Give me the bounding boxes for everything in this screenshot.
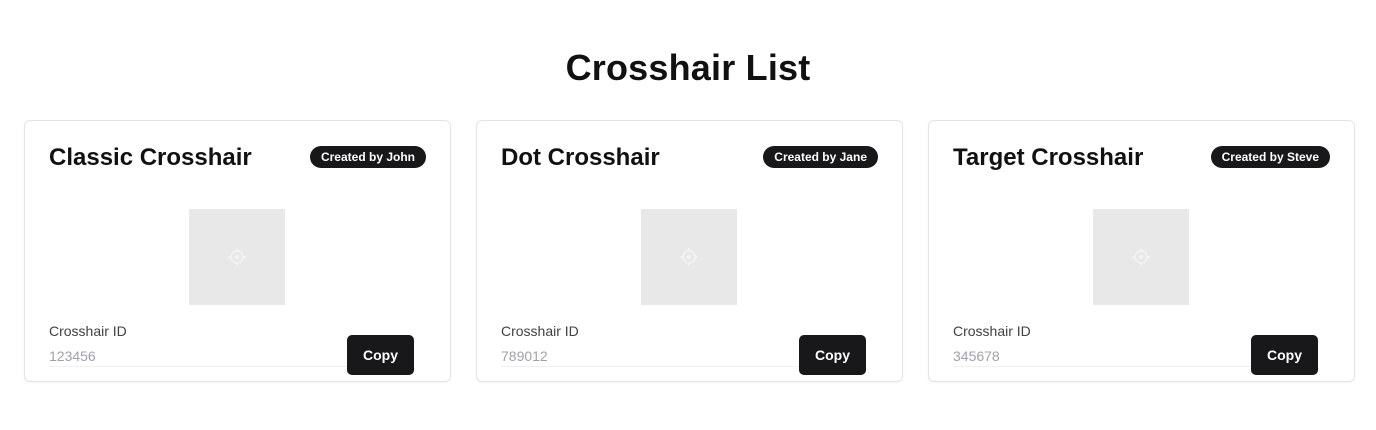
- copy-button[interactable]: Copy: [1251, 335, 1318, 375]
- crosshair-card: Target Crosshair Created by Steve Crossh…: [928, 120, 1355, 382]
- crosshair-id-label: Crosshair ID: [953, 323, 1031, 339]
- crosshair-preview-image: [189, 209, 285, 305]
- crosshair-card: Dot Crosshair Created by Jane Crosshair …: [476, 120, 903, 382]
- creator-badge: Created by Steve: [1210, 146, 1330, 168]
- crosshair-id-label: Crosshair ID: [49, 323, 127, 339]
- card-title: Dot Crosshair: [501, 144, 660, 171]
- copy-button[interactable]: Copy: [799, 335, 866, 375]
- copy-button[interactable]: Copy: [347, 335, 414, 375]
- crosshair-preview-icon: [228, 248, 246, 266]
- crosshair-card-list: Classic Crosshair Created by John Crossh…: [24, 120, 1355, 382]
- crosshair-card: Classic Crosshair Created by John Crossh…: [24, 120, 451, 382]
- page-title: Crosshair List: [565, 47, 811, 88]
- creator-badge: Created by John: [309, 146, 426, 168]
- crosshair-preview-image: [1093, 209, 1189, 305]
- crosshair-id-label: Crosshair ID: [501, 323, 579, 339]
- crosshair-preview-image: [641, 209, 737, 305]
- crosshair-preview-icon: [680, 248, 698, 266]
- crosshair-preview-icon: [1132, 248, 1150, 266]
- card-title: Target Crosshair: [953, 144, 1144, 171]
- card-title: Classic Crosshair: [49, 144, 252, 171]
- creator-badge: Created by Jane: [763, 146, 878, 168]
